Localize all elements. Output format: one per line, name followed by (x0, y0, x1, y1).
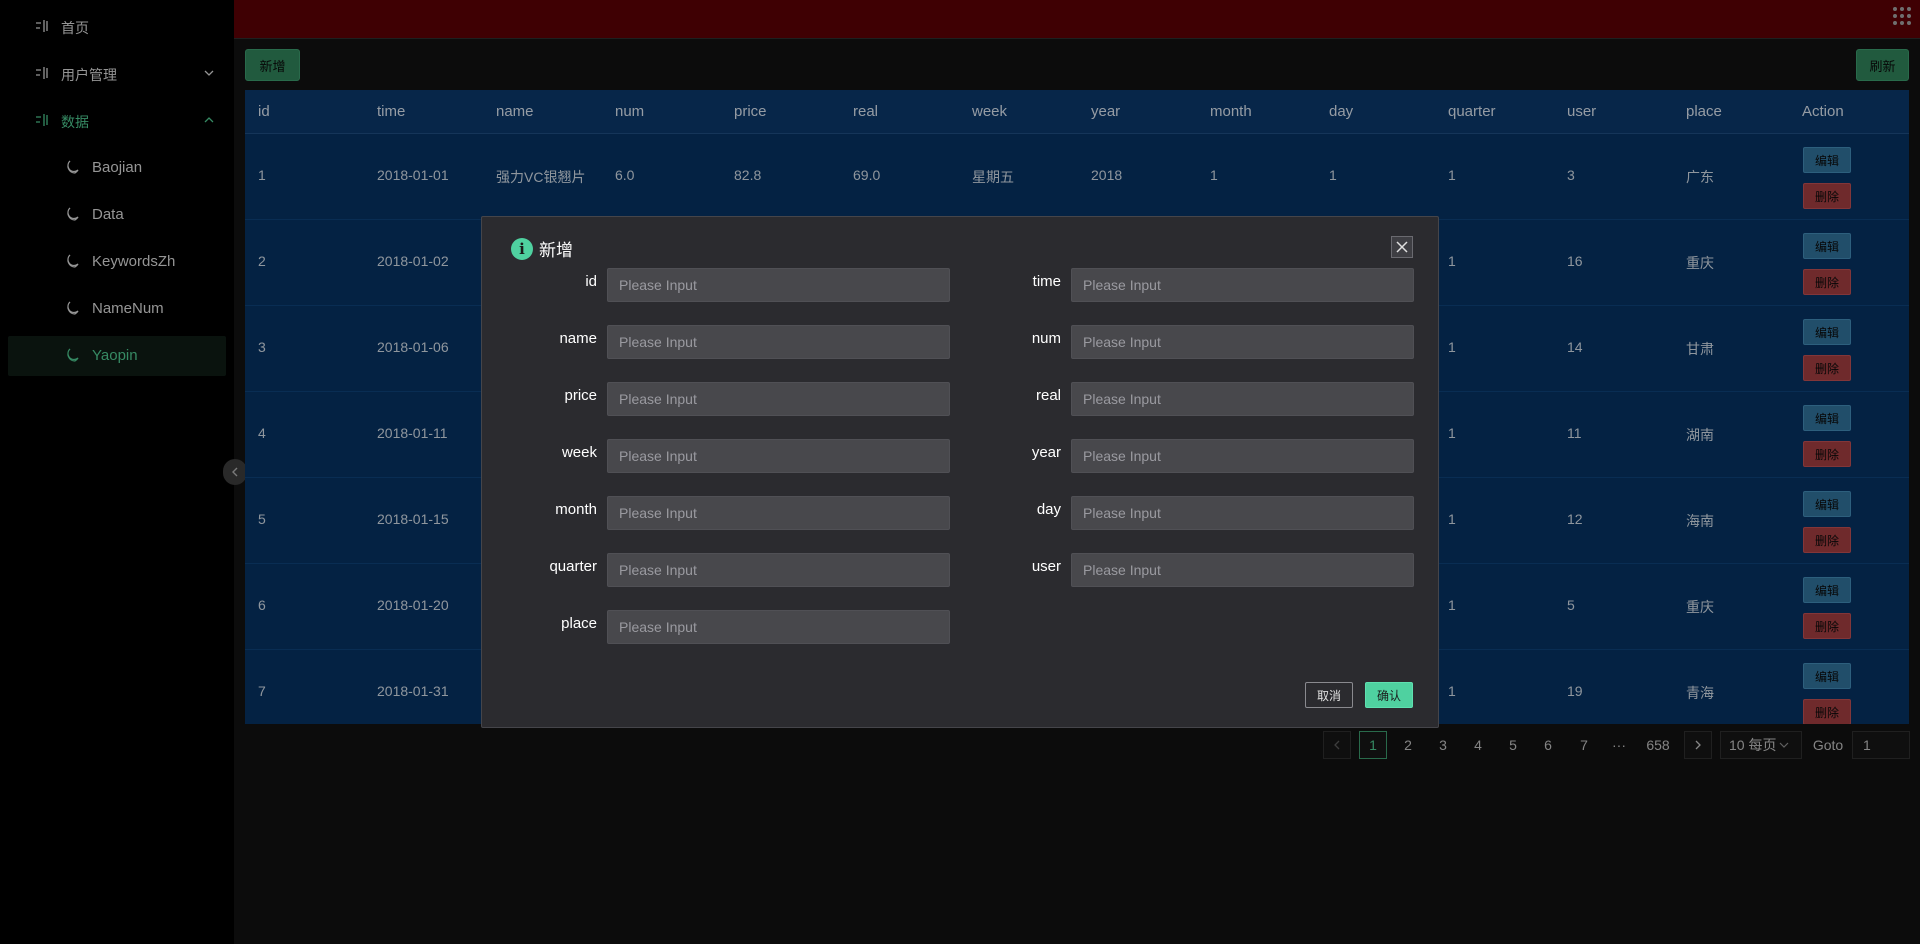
price-input[interactable] (607, 382, 950, 416)
place-input[interactable] (607, 610, 950, 644)
field-label-year: year (1031, 444, 1061, 461)
confirm-button[interactable]: 确认 (1365, 682, 1413, 708)
month-input[interactable] (607, 496, 950, 530)
info-icon: i (511, 237, 533, 260)
id-input[interactable] (607, 268, 950, 302)
field-label-quarter: quarter (549, 558, 597, 575)
real-input[interactable] (1071, 382, 1414, 416)
dialog-title: 新增 (539, 241, 573, 260)
num-input[interactable] (1071, 325, 1414, 359)
cancel-button[interactable]: 取消 (1305, 682, 1353, 708)
year-input[interactable] (1071, 439, 1414, 473)
time-input[interactable] (1071, 268, 1414, 302)
field-label-user: user (1031, 558, 1061, 575)
field-label-price: price (564, 387, 597, 404)
close-icon (1396, 241, 1408, 253)
week-input[interactable] (607, 439, 950, 473)
field-label-week: week (561, 444, 597, 461)
field-label-place: place (561, 615, 597, 632)
field-label-id: id (585, 273, 597, 290)
field-label-name: name (559, 330, 597, 347)
day-input[interactable] (1071, 496, 1414, 530)
field-label-day: day (1036, 501, 1061, 518)
field-label-month: month (555, 501, 597, 518)
dialog-header: i 新增 (511, 236, 573, 261)
close-button[interactable] (1391, 236, 1413, 258)
add-dialog: i 新增 id name price week month quarter pl… (481, 216, 1439, 728)
field-label-time: time (1032, 273, 1061, 290)
quarter-input[interactable] (607, 553, 950, 587)
user-input[interactable] (1071, 553, 1414, 587)
field-label-num: num (1031, 330, 1061, 347)
name-input[interactable] (607, 325, 950, 359)
field-label-real: real (1035, 387, 1061, 404)
